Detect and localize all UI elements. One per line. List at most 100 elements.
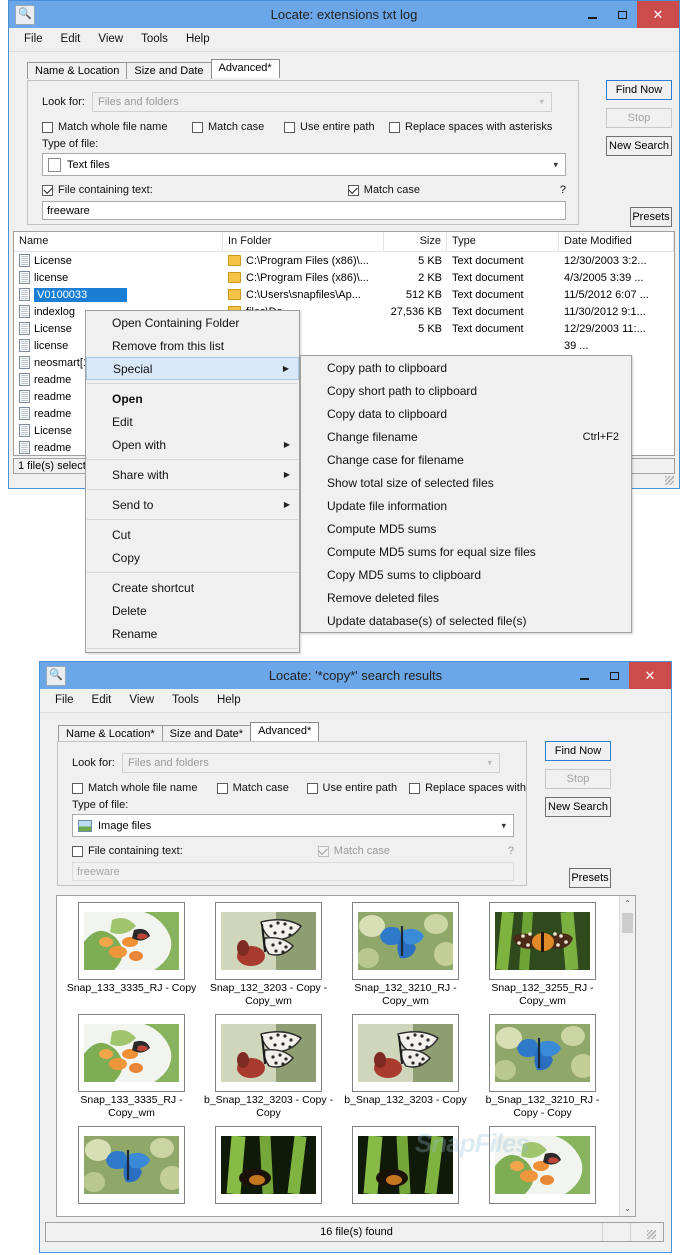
- thumbnail-image[interactable]: [489, 902, 596, 980]
- menu-item[interactable]: Copy short path to clipboard: [301, 379, 631, 402]
- look-for-combo[interactable]: Files and folders ▾: [92, 92, 552, 112]
- column-name[interactable]: Name: [14, 232, 223, 251]
- thumbnail-image[interactable]: [352, 902, 459, 980]
- special-submenu[interactable]: Copy path to clipboard Copy short path to…: [300, 355, 632, 633]
- check-match-case[interactable]: Match case: [216, 782, 307, 794]
- thumbnail-image[interactable]: [78, 902, 185, 980]
- listview-header[interactable]: Name In Folder Size Type Date Modified: [14, 232, 674, 252]
- menu-item[interactable]: Special ▶: [86, 357, 299, 380]
- tab-name-location[interactable]: Name & Location: [27, 62, 128, 79]
- scroll-down-button[interactable]: ⌄: [620, 1201, 635, 1216]
- presets-button[interactable]: Presets: [569, 868, 611, 888]
- menu-item[interactable]: Change filename Ctrl+F2: [301, 425, 631, 448]
- menu-item[interactable]: Open with ▶: [86, 433, 299, 456]
- thumbnail-item[interactable]: b_Snap_132_3203 - Copy - Copy: [200, 1014, 337, 1120]
- menu-item[interactable]: Compute MD5 sums for equal size files: [301, 540, 631, 563]
- menu-help[interactable]: Help: [208, 693, 250, 707]
- thumbnail-item[interactable]: [63, 1126, 200, 1206]
- menu-item[interactable]: Copy path to clipboard: [301, 356, 631, 379]
- find-now-button[interactable]: Find Now: [606, 80, 672, 100]
- check-file-containing-text[interactable]: File containing text:: [42, 184, 153, 196]
- menu-item[interactable]: Copy data to clipboard: [301, 402, 631, 425]
- check-use-entire-path[interactable]: Use entire path: [284, 121, 389, 133]
- menu-view[interactable]: View: [89, 32, 132, 46]
- close-button[interactable]: ✕: [637, 1, 679, 28]
- menu-item[interactable]: Copy MD5 sums to clipboard: [301, 563, 631, 586]
- maximize-button[interactable]: [599, 662, 629, 689]
- checkbox[interactable]: [42, 184, 53, 196]
- check-file-containing-text[interactable]: File containing text:: [72, 845, 183, 857]
- window1-titlebar[interactable]: 🔍 Locate: extensions txt log ✕: [8, 0, 680, 28]
- scrollbar-thumb[interactable]: [622, 913, 633, 933]
- table-row[interactable]: V0100033 C:\Users\snapfiles\Ap... 512 KB Te…: [14, 286, 674, 303]
- menu-item[interactable]: Open: [86, 387, 299, 410]
- thumbnail-item[interactable]: b_Snap_132_3210_RJ - Copy - Copy: [474, 1014, 611, 1120]
- help-icon[interactable]: ?: [560, 184, 566, 196]
- check-replace-spaces-with-asterisks[interactable]: Replace spaces with: [409, 782, 526, 794]
- menu-item[interactable]: Open Containing Folder: [86, 311, 299, 334]
- close-button[interactable]: ✕: [629, 662, 671, 689]
- menu-item[interactable]: Change case for filename: [301, 448, 631, 471]
- menu-item[interactable]: Rename: [86, 622, 299, 645]
- checkbox[interactable]: [192, 121, 203, 133]
- check-match-case-text[interactable]: Match case: [347, 184, 420, 196]
- checkbox[interactable]: [42, 121, 53, 133]
- thumbnail-item[interactable]: Snap_133_3335_RJ - Copy_wm: [63, 1014, 200, 1120]
- thumbnail-item[interactable]: [200, 1126, 337, 1206]
- window2-tabstrip[interactable]: Name & Location* Size and Date* Advanced…: [40, 722, 671, 742]
- tab-size-and-date[interactable]: Size and Date*: [161, 725, 252, 742]
- menu-item[interactable]: Compute MD5 sums: [301, 517, 631, 540]
- checkbox[interactable]: [72, 845, 83, 857]
- scroll-up-button[interactable]: ⌃: [620, 896, 635, 911]
- minimize-button[interactable]: [577, 1, 607, 28]
- tab-size-and-date[interactable]: Size and Date: [126, 62, 212, 79]
- maximize-button[interactable]: [607, 1, 637, 28]
- column-size[interactable]: Size: [384, 232, 447, 251]
- thumbnail-item[interactable]: Snap_132_3210_RJ - Copy_wm: [337, 902, 474, 1008]
- thumbnail-scrollbar[interactable]: ⌃ ⌄: [619, 896, 635, 1216]
- thumbnail-image[interactable]: [78, 1014, 185, 1092]
- menu-file[interactable]: File: [46, 693, 83, 707]
- column-in-folder[interactable]: In Folder: [223, 232, 384, 251]
- thumbnail-item[interactable]: [474, 1126, 611, 1206]
- thumbnail-grid[interactable]: Snap_133_3335_RJ - Copy Snap_132_3203 - C…: [57, 896, 635, 1212]
- menu-item[interactable]: Remove deleted files: [301, 586, 631, 609]
- menu-item[interactable]: Create shortcut: [86, 576, 299, 599]
- menu-edit[interactable]: Edit: [52, 32, 90, 46]
- resize-grip[interactable]: [665, 476, 674, 485]
- checkbox[interactable]: [72, 782, 83, 794]
- window1-tabstrip[interactable]: Name & Location Size and Date Advanced*: [9, 59, 679, 79]
- thumbnail-image[interactable]: [352, 1126, 459, 1204]
- menu-help[interactable]: Help: [177, 32, 219, 46]
- thumbnail-results-pane[interactable]: Snap_133_3335_RJ - Copy Snap_132_3203 - C…: [56, 895, 636, 1217]
- thumbnail-item[interactable]: Snap_133_3335_RJ - Copy: [63, 902, 200, 1008]
- check-match-whole-file-name[interactable]: Match whole file name: [72, 782, 217, 794]
- checkbox[interactable]: [216, 782, 228, 794]
- checkbox[interactable]: [347, 184, 359, 196]
- menu-tools[interactable]: Tools: [163, 693, 208, 707]
- column-date-modified[interactable]: Date Modified: [559, 232, 674, 251]
- new-search-button[interactable]: New Search: [545, 797, 611, 817]
- checkbox[interactable]: [284, 121, 295, 133]
- check-use-entire-path[interactable]: Use entire path: [306, 782, 410, 794]
- window2-caption-buttons[interactable]: ✕: [569, 662, 671, 689]
- menu-file[interactable]: File: [15, 32, 52, 46]
- checkbox[interactable]: [409, 782, 421, 794]
- thumbnail-image[interactable]: [215, 902, 322, 980]
- checkbox[interactable]: [389, 121, 400, 133]
- column-type[interactable]: Type: [447, 232, 559, 251]
- window2-titlebar[interactable]: 🔍 Locate: '*copy*' search results ✕: [39, 661, 672, 689]
- table-row[interactable]: License C:\Program Files (x86)\... 5 KB Tex…: [14, 252, 674, 269]
- search-text-input[interactable]: freeware: [42, 201, 566, 220]
- thumbnail-image[interactable]: [215, 1014, 322, 1092]
- presets-button[interactable]: Presets: [630, 207, 672, 227]
- thumbnail-image[interactable]: [352, 1014, 459, 1092]
- menu-item[interactable]: Edit: [86, 410, 299, 433]
- check-match-whole-file-name[interactable]: Match whole file name: [42, 121, 192, 133]
- table-row[interactable]: license C:\Program Files (x86)\... 2 KB Tex…: [14, 269, 674, 286]
- menu-view[interactable]: View: [120, 693, 163, 707]
- tab-advanced[interactable]: Advanced*: [250, 722, 320, 741]
- look-for-combo[interactable]: Files and folders ▾: [122, 753, 500, 773]
- find-now-button[interactable]: Find Now: [545, 741, 611, 761]
- window1-caption-buttons[interactable]: ✕: [577, 1, 679, 28]
